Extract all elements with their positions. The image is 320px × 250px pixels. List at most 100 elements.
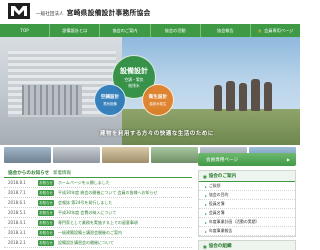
- arrow-bullet-icon: ▸: [205, 183, 207, 189]
- grass-field: [122, 109, 300, 145]
- news-text[interactable]: 平成30年度 総会の開催について 会員の皆様へお知らせ: [58, 190, 192, 196]
- news-item[interactable]: 2018.3.1 お知らせ 一級建築設備士講習会開催のご案内: [4, 228, 192, 238]
- news-badge: お知らせ: [38, 219, 54, 226]
- organization-title-text: 協会の組織: [208, 244, 232, 249]
- news-badge: お知らせ: [38, 209, 54, 216]
- global-nav: TOP 設備設計とは 協会のご案内 協会の活動 協会報告 🔒 会員専用ページ: [0, 24, 300, 37]
- sidebar-item-label: 会員名簿: [208, 210, 225, 215]
- circle-main-sub: 空調・電気 給排水: [124, 76, 144, 88]
- news-item[interactable]: 2018.4.1 お知らせ 専門家として業務を実施する上での留意事項: [4, 218, 192, 228]
- design-circle-right: 衛生設計 給排水衛生: [142, 84, 174, 116]
- organization-box: ■ 協会の組織: [198, 240, 296, 250]
- thumbnail[interactable]: [151, 147, 198, 163]
- sidebar: 会員専用ページ ▶ ■ 協会のご案内 ▸ ご挨拶 ▸ 協会の目的 ▸ 役員名簿 …: [198, 153, 296, 250]
- news-text[interactable]: 平成30年度 会費の納入について: [58, 210, 192, 216]
- news-date: 2018.6.1: [8, 200, 26, 205]
- nav-item-activities[interactable]: 協会の活動: [151, 24, 201, 37]
- circle-right-sub: 給排水衛生: [149, 102, 167, 106]
- nav-item-about-design[interactable]: 設備設計とは: [50, 24, 101, 37]
- news-item[interactable]: 2018.5.1 お知らせ 平成30年度 会費の納入について: [4, 208, 192, 218]
- news-date: 2018.2.1: [8, 240, 26, 245]
- square-bullet-icon: ■: [203, 173, 207, 179]
- sidebar-item-members[interactable]: ▸ 会員名簿: [199, 209, 295, 218]
- sidebar-item-label: 年度事業報告: [208, 228, 233, 233]
- moai-statue: [264, 82, 272, 111]
- circle-main-title: 設備設計: [120, 66, 148, 75]
- news-badge: お知らせ: [38, 199, 54, 206]
- news-item[interactable]: 2018.2.1 お知らせ 設備設計講習会の開催について: [4, 238, 192, 248]
- nav-item-members[interactable]: 🔒 会員専用ページ: [251, 24, 300, 37]
- arrow-bullet-icon: ▸: [205, 201, 207, 207]
- arrow-bullet-icon: ▸: [205, 219, 207, 225]
- organization-title: ■ 協会の組織: [199, 241, 295, 250]
- chevron-right-icon: ▶: [286, 157, 290, 162]
- sidebar-item-label: ご挨拶: [208, 183, 221, 188]
- nav-label: 協会のご案内: [112, 27, 138, 33]
- sidebar-item-purpose[interactable]: ▸ 協会の目的: [199, 191, 295, 200]
- news-text[interactable]: ホームページを公開しました: [58, 180, 192, 186]
- design-circle-left: 空調設計 電気設備: [94, 84, 126, 116]
- sidebar-item-report[interactable]: ▸ 年度事業報告: [199, 227, 295, 236]
- sidebar-item-label: 協会の目的: [208, 192, 229, 197]
- site-header: 一般社団法人 宮崎県設備設計事務所協会: [0, 0, 300, 24]
- news-header: 協会からのお知らせ 新着情報: [4, 168, 192, 178]
- news-item[interactable]: 2018.8.1 お知らせ ホームページを公開しました: [4, 178, 192, 188]
- site-name[interactable]: 一般社団法人 宮崎県設備設計事務所協会: [36, 7, 151, 17]
- news-date: 2018.5.1: [8, 210, 26, 215]
- moai-statue: [251, 79, 260, 111]
- association-info-title: ■ 協会のご案内: [199, 171, 295, 182]
- news-item[interactable]: 2018.7.1 お知らせ 平成30年度 総会の開催について 会員の皆様へお知ら…: [4, 188, 192, 198]
- news-badge: お知らせ: [38, 229, 54, 236]
- circle-left-title: 空調設計: [100, 95, 120, 100]
- news-title: 協会からのお知らせ: [8, 170, 50, 176]
- news-section: 協会からのお知らせ 新着情報 2018.8.1 お知らせ ホームページを公開しま…: [4, 168, 192, 250]
- hero-tagline: 建物を利用する方々の快適な生活のために: [100, 131, 214, 137]
- arrow-bullet-icon: ▸: [205, 210, 207, 216]
- thumbnail[interactable]: [4, 147, 51, 163]
- association-logo[interactable]: [8, 3, 30, 19]
- lock-icon: 🔒: [257, 28, 263, 33]
- news-badge: お知らせ: [38, 239, 54, 246]
- news-text[interactable]: 会報誌 第24号を発行しました: [58, 200, 192, 206]
- association-info-box: ■ 協会のご案内 ▸ ご挨拶 ▸ 協会の目的 ▸ 役員名簿 ▸ 会員名簿 ▸ 年…: [198, 170, 296, 237]
- nav-label: TOP: [20, 28, 29, 33]
- association-info-title-text: 協会のご案内: [208, 174, 237, 179]
- moai-statue: [214, 85, 222, 111]
- news-date: 2018.7.1: [8, 190, 26, 195]
- moai-statue: [239, 83, 247, 111]
- nav-item-association-info[interactable]: 協会のご案内: [100, 24, 151, 37]
- thumbnail[interactable]: [102, 147, 149, 163]
- news-date: 2018.4.1: [8, 220, 26, 225]
- news-item[interactable]: 2018.6.1 お知らせ 会報誌 第24号を発行しました: [4, 198, 192, 208]
- news-date: 2018.8.1: [8, 180, 26, 185]
- moai-statue: [226, 81, 235, 111]
- site-title: 宮崎県設備設計事務所協会: [66, 9, 151, 17]
- circle-left-sub: 電気設備: [103, 102, 117, 106]
- thumbnail[interactable]: [53, 147, 100, 163]
- nav-label: 設備設計とは: [62, 27, 88, 33]
- news-text[interactable]: 設備設計講習会の開催について: [58, 240, 192, 246]
- site-prefix: 一般社団法人: [36, 12, 64, 17]
- sidebar-item-officers[interactable]: ▸ 役員名簿: [199, 200, 295, 209]
- news-badge: お知らせ: [38, 189, 54, 196]
- sidebar-item-greeting[interactable]: ▸ ご挨拶: [199, 182, 295, 191]
- sidebar-item-label: 役員名簿: [208, 201, 225, 206]
- member-page-button[interactable]: 会員専用ページ ▶: [198, 153, 296, 166]
- arrow-bullet-icon: ▸: [205, 192, 207, 198]
- nav-item-top[interactable]: TOP: [0, 24, 51, 37]
- sidebar-item-plan[interactable]: ▸ 年度事業計画（活動の実績）: [199, 218, 295, 227]
- nav-label: 協会報告: [216, 27, 234, 33]
- nav-item-reports[interactable]: 協会報告: [201, 24, 251, 37]
- circle-right-title: 衛生設計: [148, 95, 168, 100]
- news-more-link[interactable]: 新着情報: [53, 170, 71, 176]
- arrow-bullet-icon: ▸: [205, 228, 207, 234]
- hero-banner: 設備設計 空調・電気 給排水 空調設計 電気設備 衛生設計 給排水衛生 建物を利…: [0, 37, 300, 145]
- sidebar-item-label: 年度事業計画（活動の実績）: [208, 219, 260, 224]
- square-bullet-icon: ■: [203, 243, 207, 249]
- news-badge: お知らせ: [38, 179, 54, 186]
- news-text[interactable]: 専門家として業務を実施する上での留意事項: [58, 220, 192, 226]
- nav-label: 会員専用ページ: [264, 27, 294, 33]
- nav-label: 協会の活動: [164, 27, 186, 33]
- member-page-label: 会員専用ページ: [206, 157, 239, 163]
- news-text[interactable]: 一級建築設備士講習会開催のご案内: [58, 230, 192, 236]
